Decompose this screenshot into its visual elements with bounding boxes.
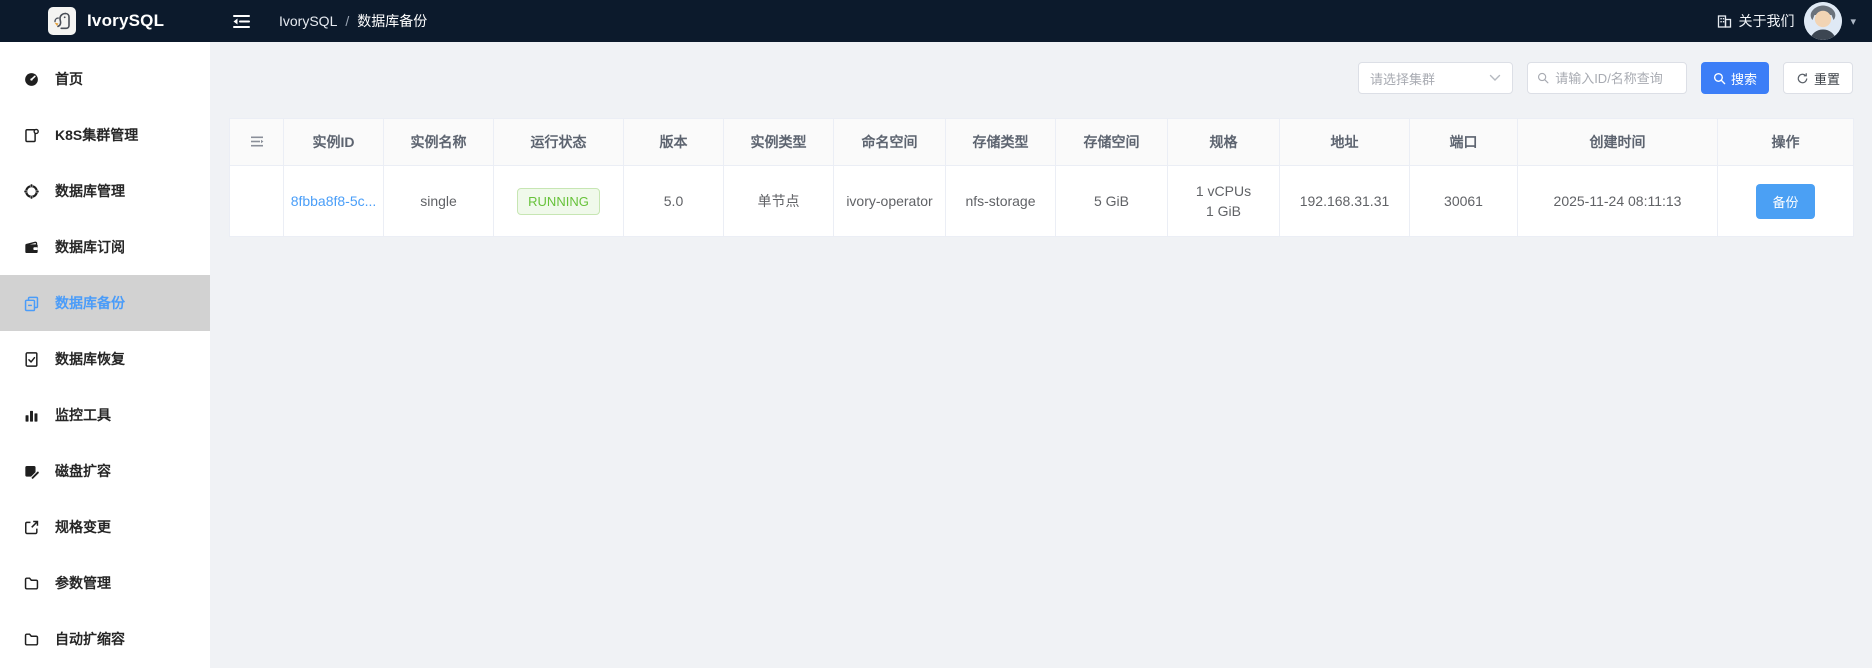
sidebar-item-label: 首页 — [55, 69, 83, 89]
spec-cpu: 1 vCPUs — [1168, 181, 1279, 201]
cluster-select[interactable]: 请选择集群 — [1358, 62, 1513, 94]
brand-logo[interactable]: IvorySQL — [0, 7, 210, 35]
disk-expand-icon — [23, 463, 40, 480]
filter-bar: 请选择集群 搜索 重置 — [229, 62, 1853, 94]
spec-change-icon — [23, 519, 40, 536]
instance-name-cell: single — [384, 166, 494, 237]
sidebar-item-home[interactable]: 首页 — [0, 51, 210, 107]
table-header-row: 实例ID 实例名称 运行状态 版本 实例类型 命名空间 存储类型 存储空间 规格… — [230, 119, 1854, 166]
spec-cell: 1 vCPUs 1 GiB — [1168, 166, 1280, 237]
reset-button[interactable]: 重置 — [1783, 62, 1853, 94]
storage-type-cell: nfs-storage — [946, 166, 1056, 237]
cluster-icon — [23, 127, 40, 144]
brand-name: IvorySQL — [87, 11, 164, 31]
user-avatar[interactable] — [1804, 2, 1842, 40]
cluster-select-placeholder: 请选择集群 — [1370, 69, 1435, 88]
sidebar-item-monitor-tools[interactable]: 监控工具 — [0, 387, 210, 443]
sidebar-item-label: 磁盘扩容 — [55, 461, 111, 481]
column-header-address: 地址 — [1280, 119, 1410, 166]
version-cell: 5.0 — [624, 166, 724, 237]
building-icon — [1717, 14, 1732, 28]
chevron-down-icon[interactable]: ▾ — [1850, 15, 1856, 28]
column-header-storage-size: 存储空间 — [1056, 119, 1168, 166]
status-badge: RUNNING — [517, 188, 600, 215]
column-header-actions: 操作 — [1718, 119, 1854, 166]
search-input[interactable] — [1555, 71, 1677, 86]
about-us-label: 关于我们 — [1738, 11, 1794, 31]
breadcrumb-separator: / — [345, 13, 349, 29]
ivorysql-logo-icon — [48, 7, 76, 35]
created-at-cell: 2025-11-24 08:11:13 — [1518, 166, 1718, 237]
spec-memory: 1 GiB — [1168, 201, 1279, 221]
monitor-bars-icon — [23, 407, 40, 424]
breadcrumb-root[interactable]: IvorySQL — [279, 13, 337, 29]
sidebar-item-label: 监控工具 — [55, 405, 111, 425]
backup-instances-table: 实例ID 实例名称 运行状态 版本 实例类型 命名空间 存储类型 存储空间 规格… — [229, 118, 1854, 237]
column-header-namespace: 命名空间 — [834, 119, 946, 166]
search-button[interactable]: 搜索 — [1701, 62, 1769, 94]
storage-size-cell: 5 GiB — [1056, 166, 1168, 237]
sidebar-item-autoscale[interactable]: 自动扩缩容 — [0, 611, 210, 667]
sidebar-item-database-backup[interactable]: 数据库备份 — [0, 275, 210, 331]
reset-button-label: 重置 — [1814, 69, 1840, 88]
sidebar-item-database-manage[interactable]: 数据库管理 — [0, 163, 210, 219]
search-input-box — [1527, 62, 1687, 94]
column-header-instance-name: 实例名称 — [384, 119, 494, 166]
sidebar-item-label: K8S集群管理 — [55, 125, 138, 145]
instance-id-link[interactable]: 8fbba8f8-5c... — [291, 193, 377, 209]
sidebar-item-spec-change[interactable]: 规格变更 — [0, 499, 210, 555]
sidebar-item-disk-expand[interactable]: 磁盘扩容 — [0, 443, 210, 499]
table-row: 8fbba8f8-5c... single RUNNING 5.0 单节点 iv… — [230, 166, 1854, 237]
search-icon — [1713, 72, 1726, 85]
breadcrumb: IvorySQL / 数据库备份 — [279, 11, 427, 31]
column-header-version: 版本 — [624, 119, 724, 166]
column-header-spec: 规格 — [1168, 119, 1280, 166]
sidebar-item-label: 规格变更 — [55, 517, 111, 537]
top-header: IvorySQL IvorySQL / 数据库备份 关于我们 — [0, 0, 1872, 42]
sidebar-item-database-subscription[interactable]: 数据库订阅 — [0, 219, 210, 275]
sidebar-item-label: 数据库订阅 — [55, 237, 125, 257]
column-header-instance-id: 实例ID — [284, 119, 384, 166]
address-cell: 192.168.31.31 — [1280, 166, 1410, 237]
about-us-link[interactable]: 关于我们 — [1717, 11, 1794, 31]
column-header-created-at: 创建时间 — [1518, 119, 1718, 166]
column-header-port: 端口 — [1410, 119, 1518, 166]
restore-check-icon — [23, 351, 40, 368]
sidebar-item-database-restore[interactable]: 数据库恢复 — [0, 331, 210, 387]
column-header-run-status: 运行状态 — [494, 119, 624, 166]
sidebar: 首页 K8S集群管理 数据库管理 数据库订阅 数据库备份 — [0, 42, 210, 668]
backup-button[interactable]: 备份 — [1756, 184, 1814, 219]
dashboard-icon — [23, 71, 40, 88]
column-settings-icon[interactable] — [250, 136, 264, 147]
sidebar-item-label: 自动扩缩容 — [55, 629, 125, 649]
instance-type-cell: 单节点 — [724, 166, 834, 237]
column-settings-header — [230, 119, 284, 166]
sidebar-item-label: 参数管理 — [55, 573, 111, 593]
sidebar-item-label: 数据库恢复 — [55, 349, 125, 369]
search-icon — [1537, 71, 1549, 85]
sidebar-item-label: 数据库备份 — [55, 293, 125, 313]
chevron-down-icon — [1489, 74, 1501, 82]
refresh-icon — [1796, 72, 1809, 85]
sidebar-collapse-icon[interactable] — [232, 14, 251, 29]
main-content: 请选择集群 搜索 重置 — [210, 42, 1872, 668]
port-cell: 30061 — [1410, 166, 1518, 237]
subscription-icon — [23, 239, 40, 256]
column-header-storage-type: 存储类型 — [946, 119, 1056, 166]
breadcrumb-current: 数据库备份 — [357, 11, 427, 31]
column-header-instance-type: 实例类型 — [724, 119, 834, 166]
database-manage-icon — [23, 183, 40, 200]
sidebar-item-parameter-manage[interactable]: 参数管理 — [0, 555, 210, 611]
folder-icon — [23, 575, 40, 592]
sidebar-item-label: 数据库管理 — [55, 181, 125, 201]
row-selector-cell — [230, 166, 284, 237]
search-button-label: 搜索 — [1731, 69, 1757, 88]
namespace-cell: ivory-operator — [834, 166, 946, 237]
sidebar-item-k8s-cluster[interactable]: K8S集群管理 — [0, 107, 210, 163]
backup-copy-icon — [23, 295, 40, 312]
folder-icon — [23, 631, 40, 648]
